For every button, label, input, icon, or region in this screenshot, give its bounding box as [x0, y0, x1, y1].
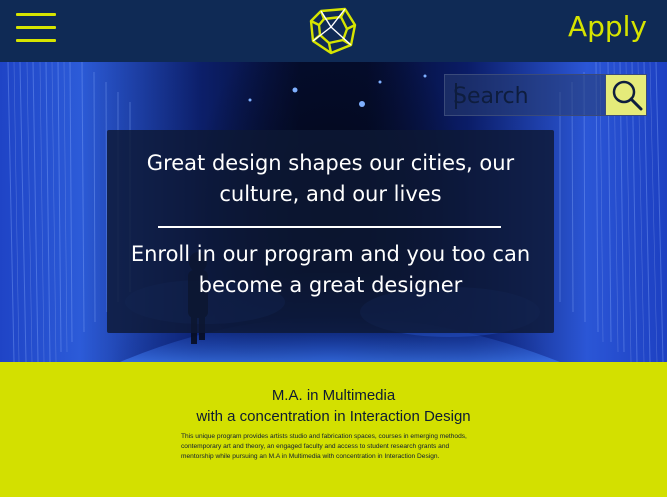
hero-banner: Great design shapes our cities, our cult…	[0, 62, 667, 362]
top-navbar: Apply	[0, 0, 667, 62]
magnifier-icon	[612, 80, 643, 111]
program-description: This unique program provides artists stu…	[181, 433, 467, 460]
search-box	[444, 74, 647, 116]
program-info-section: M.A. in Multimedia with a concentration …	[0, 362, 667, 497]
wireframe-cube-logo[interactable]	[307, 5, 359, 57]
hero-subline: Enroll in our program and you too can be…	[130, 242, 531, 297]
search-button[interactable]	[605, 75, 646, 115]
program-title: M.A. in Multimedia with a concentration …	[0, 385, 667, 427]
apply-link[interactable]: Apply	[568, 10, 647, 43]
hero-divider	[158, 226, 501, 228]
hero-headline: Great design shapes our cities, our cult…	[146, 151, 515, 206]
program-title-line2: with a concentration in Interaction Desi…	[196, 408, 471, 425]
program-title-line1: M.A. in Multimedia	[271, 387, 396, 404]
search-input[interactable]	[453, 79, 603, 113]
hero-text-panel: Great design shapes our cities, our cult…	[107, 130, 554, 333]
hamburger-menu-icon[interactable]	[16, 13, 56, 43]
